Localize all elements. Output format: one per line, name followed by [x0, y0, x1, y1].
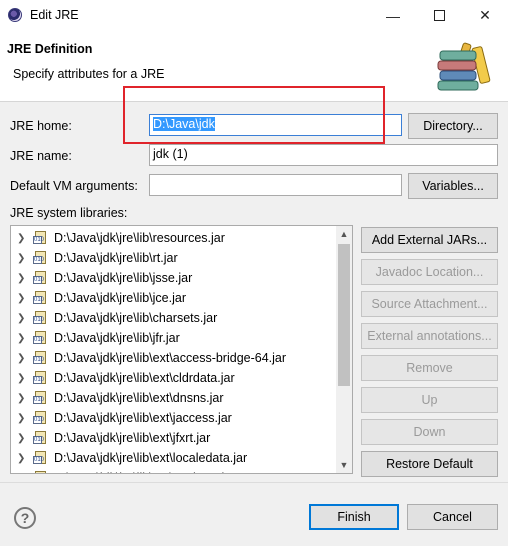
- library-path: D:\Java\jdk\jre\lib\ext\nashorn.jar: [54, 471, 235, 473]
- window-title: Edit JRE: [30, 8, 79, 22]
- finish-button[interactable]: Finish: [309, 504, 399, 530]
- chevron-right-icon[interactable]: ❯: [17, 393, 31, 404]
- library-path: D:\Java\jdk\jre\lib\ext\cldrdata.jar: [54, 371, 235, 385]
- close-button[interactable]: ✕: [462, 0, 508, 31]
- library-path: D:\Java\jdk\jre\lib\rt.jar: [54, 251, 178, 265]
- chevron-right-icon[interactable]: ❯: [17, 273, 31, 284]
- add-external-jars-button[interactable]: Add External JARs...: [361, 227, 498, 253]
- scroll-up-icon[interactable]: ▲: [336, 226, 352, 242]
- chevron-right-icon[interactable]: ❯: [17, 453, 31, 464]
- library-row[interactable]: ❯ 010 D:\Java\jdk\jre\lib\ext\jaccess.jar: [11, 408, 337, 428]
- jre-name-input[interactable]: jdk (1): [149, 144, 498, 166]
- jar-icon: 010: [33, 451, 48, 465]
- scroll-down-icon[interactable]: ▼: [336, 457, 352, 473]
- libraries-label: JRE system libraries:: [10, 206, 128, 220]
- restore-default-button[interactable]: Restore Default: [361, 451, 498, 477]
- library-row[interactable]: ❯ 010 D:\Java\jdk\jre\lib\ext\access-bridg…: [11, 348, 337, 368]
- library-row[interactable]: ❯ 010 D:\Java\jdk\jre\lib\resources.jar: [11, 228, 337, 248]
- header-subtitle: Specify attributes for a JRE: [13, 67, 165, 81]
- vm-args-input[interactable]: [149, 174, 402, 196]
- chevron-right-icon[interactable]: ❯: [17, 253, 31, 264]
- tree-scrollbar[interactable]: ▲ ▼: [336, 226, 352, 473]
- highlight-box: [123, 86, 385, 144]
- jar-icon: 010: [33, 391, 48, 405]
- library-path: D:\Java\jdk\jre\lib\jfr.jar: [54, 331, 180, 345]
- jre-home-label: JRE home:: [10, 119, 72, 133]
- library-row[interactable]: ❯ 010 D:\Java\jdk\jre\lib\ext\jfxrt.jar: [11, 428, 337, 448]
- jar-icon: 010: [33, 471, 48, 473]
- jar-icon: 010: [33, 371, 48, 385]
- chevron-right-icon[interactable]: ❯: [17, 373, 31, 384]
- library-path: D:\Java\jdk\jre\lib\ext\dnsns.jar: [54, 391, 224, 405]
- library-row[interactable]: ❯010 D:\Java\jdk\jre\lib\ext\nashorn.jar: [11, 468, 337, 474]
- variables-button[interactable]: Variables...: [408, 173, 498, 199]
- library-row[interactable]: ❯ 010 D:\Java\jdk\jre\lib\jsse.jar: [11, 268, 337, 288]
- up-button[interactable]: Up: [361, 387, 498, 413]
- library-path: D:\Java\jdk\jre\lib\jsse.jar: [54, 271, 193, 285]
- jar-icon: 010: [33, 291, 48, 305]
- help-icon[interactable]: ?: [14, 507, 36, 529]
- library-path: D:\Java\jdk\jre\lib\charsets.jar: [54, 311, 218, 325]
- library-row[interactable]: ❯ 010 D:\Java\jdk\jre\lib\charsets.jar: [11, 308, 337, 328]
- down-button[interactable]: Down: [361, 419, 498, 445]
- chevron-right-icon[interactable]: ❯: [17, 233, 31, 244]
- library-path: D:\Java\jdk\jre\lib\ext\localedata.jar: [54, 451, 248, 465]
- library-row[interactable]: ❯ 010 D:\Java\jdk\jre\lib\ext\localedata.j…: [11, 448, 337, 468]
- header-title: JRE Definition: [7, 42, 93, 56]
- jre-name-label: JRE name:: [10, 149, 72, 163]
- scroll-thumb[interactable]: [338, 244, 350, 386]
- jar-icon: 010: [33, 411, 48, 425]
- directory-button[interactable]: Directory...: [408, 113, 498, 139]
- library-path: D:\Java\jdk\jre\lib\resources.jar: [54, 231, 225, 245]
- libraries-tree[interactable]: ▲ ▼ ❯ 010 D:\Java\jdk\jre\lib\resources.ja…: [10, 225, 353, 474]
- jar-icon: 010: [33, 251, 48, 265]
- jar-icon: 010: [33, 271, 48, 285]
- library-path: D:\Java\jdk\jre\lib\jce.jar: [54, 291, 186, 305]
- maximize-icon: [433, 10, 445, 21]
- jar-icon: 010: [33, 311, 48, 325]
- books-icon: [437, 42, 491, 91]
- library-row[interactable]: ❯ 010 D:\Java\jdk\jre\lib\ext\cldrdata.jar: [11, 368, 337, 388]
- library-row[interactable]: ❯ 010 D:\Java\jdk\jre\lib\rt.jar: [11, 248, 337, 268]
- library-row[interactable]: ❯ 010 D:\Java\jdk\jre\lib\jfr.jar: [11, 328, 337, 348]
- remove-button[interactable]: Remove: [361, 355, 498, 381]
- chevron-right-icon[interactable]: ❯: [17, 333, 31, 344]
- chevron-right-icon[interactable]: ❯: [17, 433, 31, 444]
- external-annotations-button[interactable]: External annotations...: [361, 323, 498, 349]
- jar-icon: 010: [33, 331, 48, 345]
- chevron-right-icon[interactable]: ❯: [17, 313, 31, 324]
- cancel-button[interactable]: Cancel: [407, 504, 498, 530]
- jar-icon: 010: [33, 231, 48, 245]
- source-attachment-button[interactable]: Source Attachment...: [361, 291, 498, 317]
- chevron-right-icon[interactable]: ❯: [17, 413, 31, 424]
- javadoc-location-button[interactable]: Javadoc Location...: [361, 259, 498, 285]
- library-path: D:\Java\jdk\jre\lib\ext\jaccess.jar: [54, 411, 232, 425]
- chevron-right-icon[interactable]: ❯: [17, 473, 31, 474]
- chevron-right-icon[interactable]: ❯: [17, 293, 31, 304]
- chevron-right-icon[interactable]: ❯: [17, 353, 31, 364]
- library-path: D:\Java\jdk\jre\lib\ext\jfxrt.jar: [54, 431, 211, 445]
- vm-args-label: Default VM arguments:: [10, 179, 138, 193]
- dialog-footer: ? Finish Cancel: [0, 482, 508, 546]
- jar-icon: 010: [33, 431, 48, 445]
- minimize-button[interactable]: —: [370, 0, 416, 31]
- title-bar: Edit JRE — ✕: [0, 0, 508, 31]
- library-row[interactable]: ❯ 010 D:\Java\jdk\jre\lib\ext\dnsns.jar: [11, 388, 337, 408]
- eclipse-icon: [8, 8, 22, 22]
- maximize-button[interactable]: [416, 0, 462, 31]
- library-path: D:\Java\jdk\jre\lib\ext\access-bridge-64…: [54, 351, 287, 365]
- library-row[interactable]: ❯ 010 D:\Java\jdk\jre\lib\jce.jar: [11, 288, 337, 308]
- jar-icon: 010: [33, 351, 48, 365]
